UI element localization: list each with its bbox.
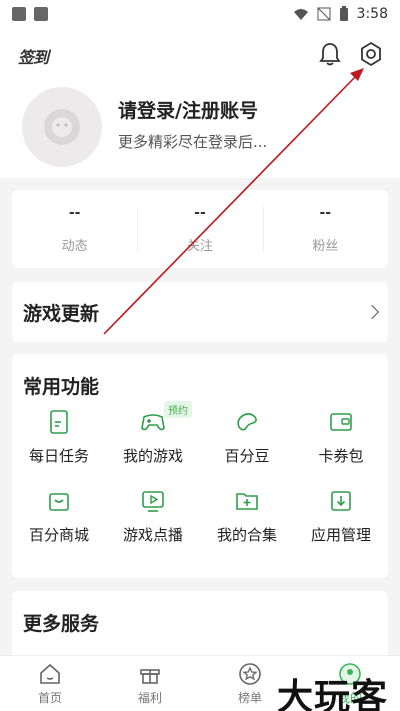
function-daily-tasks[interactable]: 每日任务 [12,409,106,466]
bean-icon [237,413,257,431]
section-title: 更多服务 [23,613,100,635]
watermark-text: 大玩客 [277,677,389,711]
gamepad-icon [141,414,165,431]
reservation-badge: 预约 [164,401,192,418]
stat-label: 关注 [186,238,213,254]
function-coupons[interactable]: 卡券包 [294,409,388,466]
download-icon [331,491,351,511]
avatar[interactable] [22,87,102,167]
stat-posts[interactable]: -- 动态 [12,190,137,268]
nav-label: 首页 [37,690,62,705]
function-label: 卡券包 [318,447,364,465]
function-label: 游戏点播 [122,526,183,544]
home-icon [40,663,60,684]
wifi-icon [293,9,308,20]
stat-label: 动态 [61,238,88,254]
font-icon [34,7,48,21]
function-game-vod[interactable]: 游戏点播 [106,488,200,545]
collection-icon [236,493,258,510]
brand-logo: 签到 [18,48,49,67]
store-icon [49,493,69,511]
image-icon [12,7,26,21]
function-label: 应用管理 [310,526,371,544]
stat-fans[interactable]: -- 粉丝 [262,190,388,268]
signal-icon [317,7,331,21]
section-title: 常用功能 [23,376,100,398]
stat-value: -- [194,204,206,221]
bell-icon[interactable] [316,40,344,68]
status-bar: 3:58 [0,0,400,28]
stat-following[interactable]: -- 关注 [137,190,262,268]
function-app-manage[interactable]: 应用管理 [294,488,388,545]
function-store[interactable]: 百分商城 [12,488,106,545]
play-icon [142,491,164,512]
function-grid: 每日任务 预约 我的游戏 百分豆 卡券包 百分商城 游戏点播 我的合集 应用管理 [12,401,388,545]
function-my-games[interactable]: 预约 我的游戏 [106,401,200,466]
star-icon [239,662,261,685]
battery-icon [339,6,348,21]
login-title[interactable]: 请登录/注册账号 [118,96,258,123]
stats-card: -- 动态 -- 关注 -- 粉丝 [12,190,388,268]
function-collection[interactable]: 我的合集 [200,488,294,545]
default-avatar-icon [44,109,80,145]
chevron-right-icon [364,304,380,320]
stat-value: -- [68,204,81,221]
nav-welfare[interactable]: 福利 [100,656,200,711]
function-label: 百分豆 [224,447,270,465]
function-label: 每日任务 [28,447,89,465]
common-functions-card: 常用功能 每日任务 预约 我的游戏 百分豆 卡券包 百分商城 游戏点播 我的合集… [12,354,388,578]
nav-home[interactable]: 首页 [0,656,100,711]
gift-icon [140,668,160,684]
status-time: 3:58 [356,6,388,22]
game-update-row[interactable]: 游戏更新 [12,282,388,342]
stat-label: 粉丝 [312,238,339,254]
login-subtitle: 更多精彩尽在登录后... [118,133,268,151]
function-label: 我的合集 [216,526,277,544]
task-icon [50,410,68,434]
settings-gear-icon[interactable] [357,40,385,68]
nav-label: 福利 [137,690,162,705]
wallet-icon [330,413,352,431]
function-label: 我的游戏 [122,447,183,465]
function-label: 百分商城 [28,526,89,544]
stat-value: -- [319,204,332,221]
game-update-title: 游戏更新 [23,302,100,325]
nav-label: 榜单 [237,690,262,705]
function-bean[interactable]: 百分豆 [200,409,294,466]
